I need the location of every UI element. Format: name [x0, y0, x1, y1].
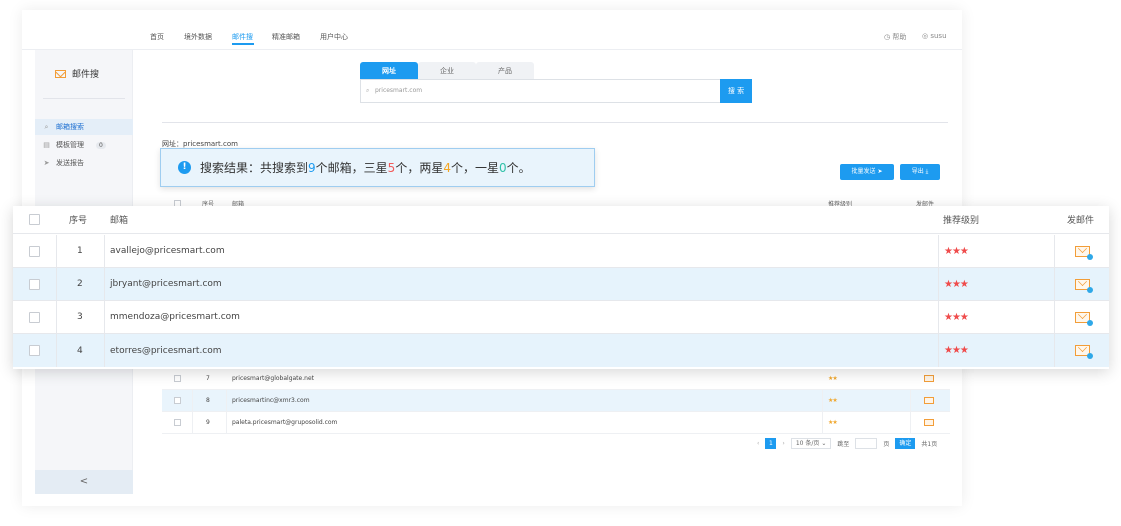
send-icon: ➤ [877, 168, 883, 175]
column-header-send: 发邮件 [1067, 216, 1095, 226]
rating-stars: ★★ [828, 419, 838, 426]
help-link[interactable]: ◷ 帮助 [884, 32, 906, 42]
page-number-current[interactable]: 1 [765, 437, 777, 449]
clock-icon: ◷ [884, 33, 891, 41]
tab-product[interactable]: 产品 [476, 62, 534, 80]
pagination: ‹ 1 › 10 条/页 ⌄ 跳至 页 确定 共1页 [757, 437, 937, 449]
row-checkbox[interactable] [29, 345, 40, 356]
rating-stars: ★★★ [944, 345, 969, 356]
send-mail-icon[interactable] [924, 419, 934, 426]
nav-precise-email[interactable]: 精准邮箱 [272, 32, 300, 42]
table-row: 2 jbryant@pricesmart.com ★★★ [13, 268, 1109, 301]
row-number: 3 [77, 312, 83, 322]
row-checkbox[interactable] [29, 311, 40, 323]
next-page-icon[interactable]: › [782, 440, 784, 447]
table-header: 序号 邮箱 推荐级别 发邮件 [13, 206, 1109, 234]
zoomed-results-table: 序号 邮箱 推荐级别 发邮件 1 avallejo@pricesmart.com… [13, 206, 1109, 369]
search-icon: ⌕ [44, 122, 49, 131]
send-icon: ➤ [43, 159, 50, 167]
table-row: 1 avallejo@pricesmart.com ★★★ [13, 235, 1109, 268]
select-all-checkbox[interactable] [29, 214, 40, 225]
row-checkbox[interactable] [174, 397, 181, 404]
table-row: 8 pricesmartinc@xmr3.com ★★ [162, 390, 950, 412]
three-star-count: 5 [387, 160, 396, 175]
send-mail-icon[interactable] [1075, 245, 1093, 260]
template-count-badge: 0 [96, 141, 106, 149]
row-checkbox[interactable] [29, 245, 40, 257]
search-tabs: 网址 企业 产品 [360, 62, 534, 80]
send-mail-icon[interactable] [1075, 311, 1093, 326]
goto-page-input[interactable] [855, 437, 878, 449]
row-email: avallejo@pricesmart.com [110, 246, 225, 256]
send-mail-icon[interactable] [924, 397, 934, 404]
rating-stars: ★★ [828, 397, 838, 404]
send-mail-icon[interactable] [924, 375, 934, 382]
page-unit-label: 页 [883, 440, 890, 448]
sidebar-brand: 邮件搜 [55, 67, 99, 80]
table-row: 9 paleta.pricesmart@gruposolid.com ★★ [162, 412, 950, 434]
column-header-no: 序号 [69, 216, 88, 226]
prev-page-icon[interactable]: ‹ [757, 440, 759, 447]
tab-company[interactable]: 企业 [418, 62, 476, 80]
goto-confirm-button[interactable]: 确定 [895, 437, 916, 449]
sidebar-item-template-manage[interactable]: ▤ 模板管理 0 [35, 137, 133, 153]
search-input[interactable]: ⌕ pricesmart.com [360, 79, 721, 103]
one-star-count: 0 [498, 160, 507, 175]
tab-website[interactable]: 网址 [360, 62, 418, 80]
row-number: 4 [77, 345, 83, 356]
nav-home[interactable]: 首页 [150, 32, 164, 42]
nav-overseas-data[interactable]: 境外数据 [184, 32, 212, 42]
rating-stars: ★★★ [944, 278, 969, 290]
export-button[interactable]: 导出 ⤓ [900, 164, 940, 180]
search-result-banner: ! 搜索结果：共搜索到 9 个邮箱，三星 5 个，两星 4 个，一星 0 个。 [160, 148, 595, 187]
total-pages-label: 共1页 [921, 440, 938, 448]
page-size-select[interactable]: 10 条/页 ⌄ [790, 437, 832, 449]
sidebar-divider [43, 98, 125, 99]
top-navigation: 首页 境外数据 邮件搜 精准邮箱 用户中心 ◷ 帮助 ◎ susu [22, 10, 962, 50]
nav-active-underline [232, 43, 254, 45]
rating-stars: ★★★ [944, 311, 969, 323]
column-header-level: 推荐级别 [943, 216, 980, 226]
row-checkbox[interactable] [174, 419, 181, 426]
row-checkbox[interactable] [174, 375, 181, 382]
row-checkbox[interactable] [29, 278, 40, 290]
sidebar-item-email-search[interactable]: ⌕ 邮箱搜索 [35, 119, 133, 135]
row-email: jbryant@pricesmart.com [110, 279, 222, 289]
column-header-email: 邮箱 [110, 216, 129, 226]
bulk-send-button[interactable]: 批量发送 ➤ [840, 164, 894, 180]
mail-icon [55, 69, 66, 78]
table-row: 3 mmendoza@pricesmart.com ★★★ [13, 301, 1109, 334]
screenshot-root: 首页 境外数据 邮件搜 精准邮箱 用户中心 ◷ 帮助 ◎ susu 邮件搜 ⌕ … [0, 0, 1121, 526]
table-row: 4 etorres@pricesmart.com ★★★ [13, 334, 1109, 367]
rating-stars: ★★ [828, 375, 838, 382]
row-email: mmendoza@pricesmart.com [110, 312, 240, 322]
search-input-value: pricesmart.com [375, 87, 423, 94]
row-email: etorres@pricesmart.com [110, 345, 222, 356]
send-mail-icon[interactable] [1075, 278, 1093, 293]
download-icon: ⤓ [925, 168, 929, 175]
nav-user-center[interactable]: 用户中心 [320, 32, 348, 42]
rating-stars: ★★★ [944, 245, 969, 257]
nav-email-search[interactable]: 邮件搜 [232, 32, 253, 42]
document-icon: ▤ [43, 141, 50, 149]
brand-label: 邮件搜 [72, 70, 100, 80]
table-row: 7 pricesmart@globalgate.net ★★ [162, 368, 950, 390]
row-number: 2 [77, 279, 83, 289]
sidebar-collapse-button[interactable]: < [35, 470, 133, 494]
user-icon: ◎ [922, 32, 929, 40]
search-icon: ⌕ [366, 87, 370, 94]
info-icon: ! [178, 161, 191, 174]
two-star-count: 4 [443, 160, 451, 175]
search-button[interactable]: 搜 索 [720, 79, 752, 103]
section-divider [162, 122, 948, 123]
goto-label: 跳至 [837, 440, 850, 448]
chevron-down-icon: ⌄ [821, 439, 827, 447]
user-menu[interactable]: ◎ susu [922, 32, 947, 40]
total-count: 9 [308, 160, 316, 175]
sidebar-item-send-report[interactable]: ➤ 发送报告 [35, 155, 133, 171]
row-number: 1 [77, 246, 83, 256]
send-mail-icon[interactable] [1075, 345, 1093, 359]
